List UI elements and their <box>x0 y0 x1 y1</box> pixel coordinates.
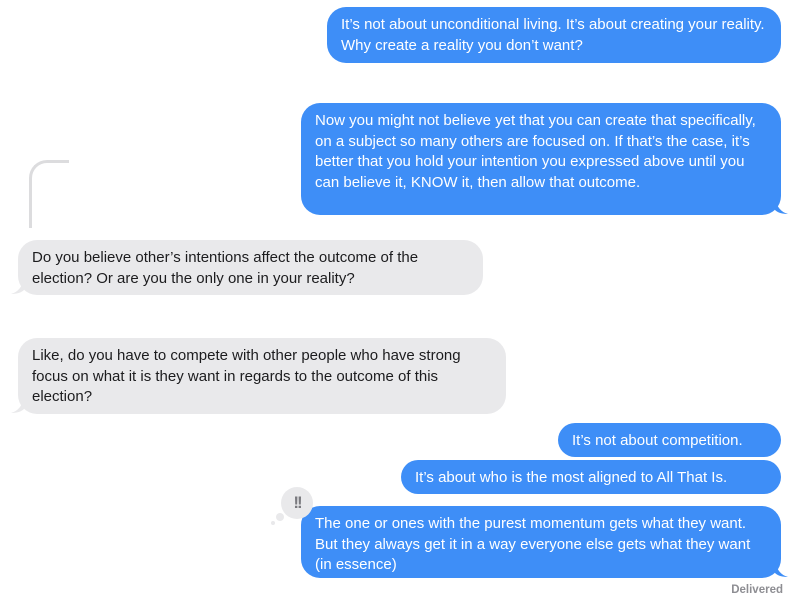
message-bubble-incoming[interactable]: Do you believe other’s intentions affect… <box>18 240 483 295</box>
tapback-dot <box>276 513 284 521</box>
bubble-tail <box>775 562 788 577</box>
bubble-tail <box>775 199 788 214</box>
message-bubble-outgoing[interactable]: It’s about who is the most aligned to Al… <box>401 460 781 494</box>
tapback-dot <box>271 521 275 525</box>
reply-thread-line <box>29 160 69 228</box>
double-exclamation-icon[interactable]: !! <box>281 487 313 519</box>
message-bubble-outgoing[interactable]: It’s not about competition. <box>558 423 781 457</box>
tapback-glyph: !! <box>293 493 302 512</box>
message-bubble-outgoing[interactable]: It’s not about unconditional living. It’… <box>327 7 781 63</box>
message-bubble-outgoing[interactable]: Now you might not believe yet that you c… <box>301 103 781 215</box>
delivered-status: Delivered <box>731 584 783 596</box>
bubble-tail <box>11 398 24 413</box>
bubble-tail <box>11 279 24 294</box>
message-bubble-outgoing[interactable]: The one or ones with the purest momentum… <box>301 506 781 578</box>
message-bubble-incoming[interactable]: Like, do you have to compete with other … <box>18 338 506 414</box>
